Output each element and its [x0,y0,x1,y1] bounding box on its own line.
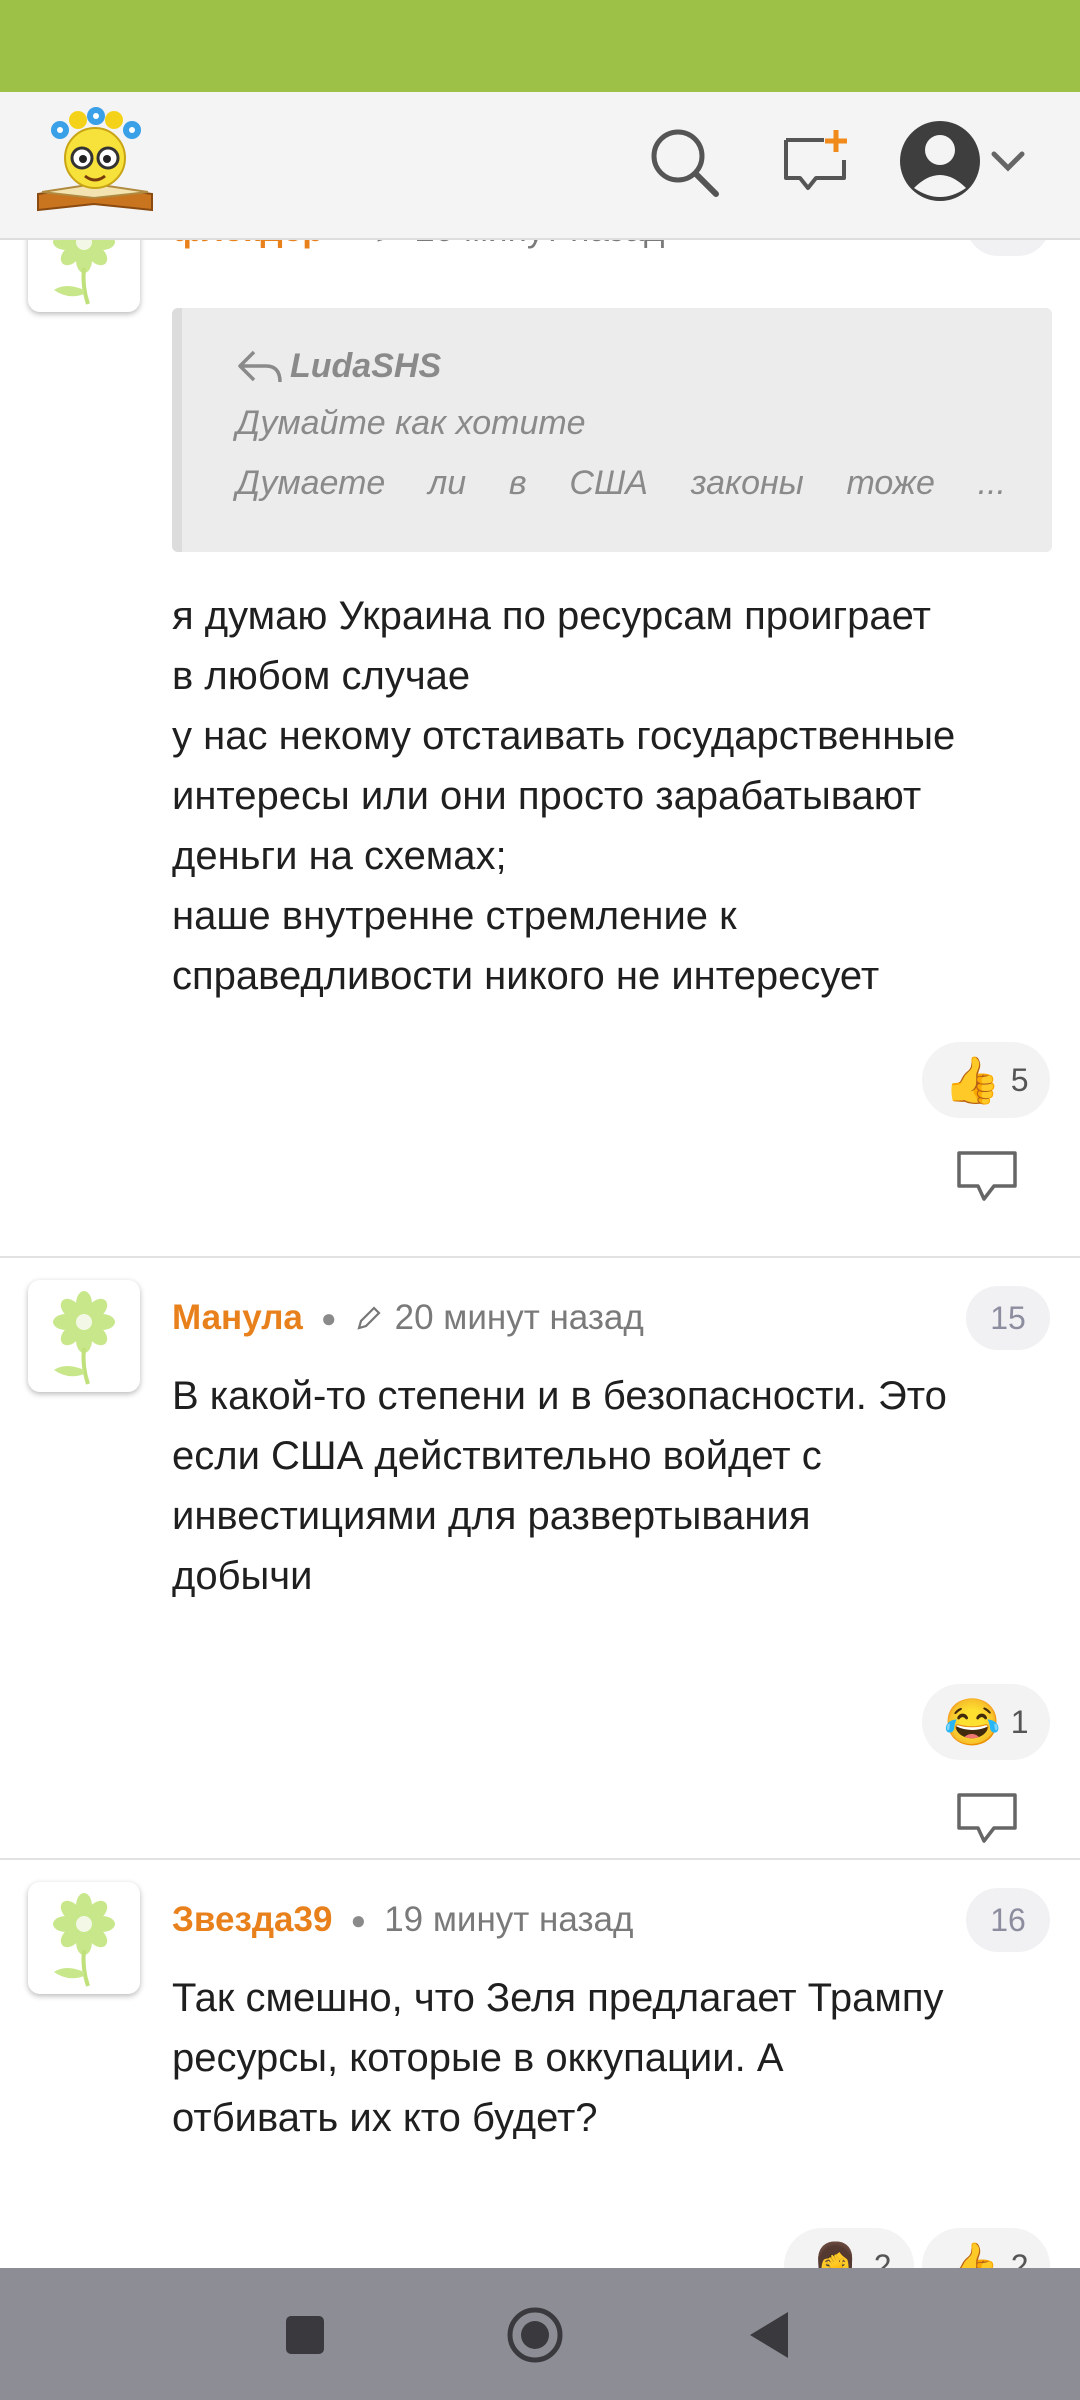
facepalm-icon: 🤦‍♀️ [806,2240,864,2268]
home-button[interactable] [500,2300,570,2370]
reply-arrow-icon [238,350,282,383]
search-button[interactable] [648,126,720,198]
recent-apps-button[interactable] [270,2300,340,2370]
comment-line: добычи [172,1554,313,1598]
reaction-thumbs-up[interactable]: 👍 5 [922,1042,1050,1118]
pencil-icon [377,240,384,242]
comment-line: В какой-то степени и в безопасности. Это [172,1374,947,1418]
user-avatar[interactable] [28,1280,140,1392]
quote-word: ... [977,464,1006,502]
thumbs-up-icon: 👍 [943,2240,1001,2268]
comment-meta: Манула ● 20 минут назад [172,1294,644,1342]
flower-avatar-icon [53,1893,115,1987]
quote-word: в [508,464,527,502]
flower-avatar-icon [53,240,115,305]
reaction-laughing[interactable]: 😂 1 [922,1684,1050,1760]
reaction-count: 2 [1010,2247,1029,2269]
comment-line: интересы или они просто зарабатывают [172,774,922,818]
separator-dot: ● [350,1904,367,1935]
comment-body: Так смешно, что Зеля предлагает Трампу р… [172,1968,1062,2148]
new-topic-button[interactable] [780,126,852,198]
flower-avatar-icon [53,1291,115,1385]
quote-block: LudaSHS Думайте как хотите Думаете ли в … [172,308,1052,552]
reply-icon[interactable] [954,1790,1020,1846]
comment-meta: флекдер ● 20 минут назад [172,240,664,254]
separator-dot: ● [342,240,358,246]
quote-line: Думайте как хотите [236,404,586,442]
new-message-icon [784,130,847,190]
comment-author[interactable]: Звезда39 [172,1900,332,1940]
reaction-count: 1 [1010,1703,1029,1740]
comment-divider [0,1858,1080,1860]
comment-line: я думаю Украина по ресурсам проиграет [172,594,931,638]
system-navigation-bar [0,2268,1080,2400]
quote-author[interactable]: LudaSHS [236,346,441,386]
thumbs-up-icon: 👍 [943,1054,1001,1106]
quote-author-name: LudaSHS [290,346,442,385]
comment-line: справедливости никого не интересует [172,954,880,998]
comment-line: наше внутренне стремление к [172,894,737,938]
quote-line-truncated: Думаете ли в США законы тоже ... [236,464,1006,503]
reaction-facepalm[interactable]: 🤦‍♀️ 2 [784,2228,914,2268]
quote-word: ли [428,464,467,502]
search-icon [651,129,719,197]
back-triangle-icon [750,2312,788,2358]
comment-author[interactable]: флекдер [172,240,324,250]
quote-word: тоже [846,464,935,502]
comment-line: деньги на схемах; [172,834,507,878]
pencil-icon [357,1306,381,1330]
comments-feed[interactable]: флекдер ● 20 минут назад 14 LudaSHS Дума… [0,240,1080,2268]
comment-meta: Звезда39 ● 19 минут назад [172,1896,633,1944]
separator-dot: ● [320,1302,337,1333]
comment-line: у нас некому отстаивать государственные [172,714,956,758]
comment-number-badge[interactable]: 15 [966,1286,1050,1350]
avatar-icon [900,121,980,201]
comment-body: я думаю Украина по ресурсам проиграет в … [172,586,1062,1006]
comment-author[interactable]: Манула [172,1298,303,1338]
user-avatar[interactable] [28,1882,140,1994]
quote-word: Думаете [236,464,386,502]
comment-time[interactable]: 19 минут назад [384,1900,633,1940]
square-icon [286,2316,324,2354]
comment-time[interactable]: 20 минут назад [415,240,664,250]
comment-divider [0,1256,1080,1258]
user-avatar[interactable] [28,240,140,312]
comment-line: ресурсы, которые в оккупации. А [172,2036,784,2080]
comment-number-badge[interactable]: 14 [966,240,1050,256]
comment-line: если США действительно войдет с [172,1434,822,1478]
home-circle-icon [507,2307,563,2363]
comment-line: Так смешно, что Зеля предлагает Трампу [172,1976,944,2020]
status-bar [0,0,1080,92]
reaction-thumbs-up[interactable]: 👍 2 [922,2228,1050,2268]
comment-line: отбивать их кто будет? [172,2096,598,2140]
top-app-bar [0,92,1080,240]
laughing-face-icon: 😂 [943,1696,1001,1748]
site-logo[interactable] [30,106,160,224]
reaction-count: 5 [1010,1061,1029,1098]
reply-icon[interactable] [954,1148,1020,1204]
comment-time[interactable]: 20 минут назад [395,1298,644,1338]
reaction-count: 2 [873,2247,892,2269]
chevron-down-icon [991,151,1025,172]
profile-menu-button[interactable] [898,118,1038,204]
back-button[interactable] [736,2300,806,2370]
comment-body: В какой-то степени и в безопасности. Это… [172,1366,1062,1606]
comment-line: инвестициями для развертывания [172,1494,811,1538]
quote-word: законы [690,464,804,502]
comment-number-badge[interactable]: 16 [966,1888,1050,1952]
quote-word: США [569,464,648,502]
comment-line: в любом случае [172,654,471,698]
